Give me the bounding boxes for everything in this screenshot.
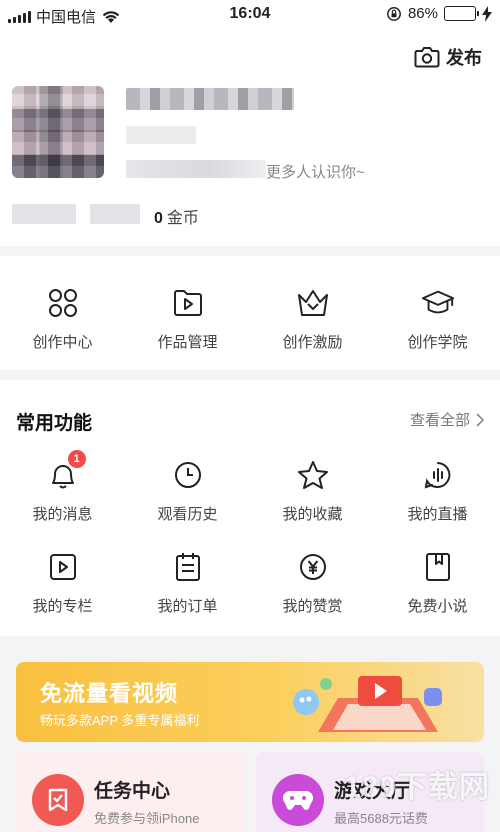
clipboard-icon bbox=[171, 550, 205, 584]
free-novels[interactable]: 免费小说 bbox=[375, 550, 500, 616]
works-management[interactable]: 作品管理 bbox=[125, 256, 250, 370]
charging-icon bbox=[482, 5, 492, 22]
creator-academy[interactable]: 创作学院 bbox=[375, 256, 500, 370]
folder-play-icon bbox=[171, 286, 205, 320]
common-functions-section: 常用功能 查看全部 1 我的消息 观看历史 我的收藏 我的直播 我的专栏 我的订… bbox=[0, 380, 500, 636]
profile-card: 发布 更多人认识你~ 0 金币 bbox=[0, 30, 500, 246]
watch-history-label: 观看历史 bbox=[157, 506, 218, 523]
coins-value: 0 bbox=[154, 210, 163, 227]
promo-illustration bbox=[293, 676, 442, 732]
status-right: 86% bbox=[386, 5, 492, 22]
my-favorites-label: 我的收藏 bbox=[282, 506, 343, 523]
section-title: 常用功能 bbox=[16, 413, 93, 434]
promo-title: 免流量看视频 bbox=[40, 681, 179, 706]
creation-incentive[interactable]: 创作激励 bbox=[250, 256, 375, 370]
publish-button[interactable]: 发布 bbox=[414, 44, 482, 70]
game-hall-subtitle: 最高5688元话费 bbox=[334, 811, 428, 826]
my-column-label: 我的专栏 bbox=[32, 598, 93, 615]
functions-row-2: 我的专栏 我的订单 我的赞赏 免费小说 bbox=[0, 550, 500, 616]
grid-four-icon bbox=[46, 286, 80, 320]
my-rewards-label: 我的赞赏 bbox=[282, 598, 343, 615]
functions-row-1: 1 我的消息 观看历史 我的收藏 我的直播 bbox=[0, 450, 500, 524]
task-center-subtitle: 免费参与领iPhone bbox=[94, 811, 200, 826]
my-column[interactable]: 我的专栏 bbox=[0, 550, 125, 616]
crown-icon bbox=[296, 286, 330, 320]
my-rewards[interactable]: 我的赞赏 bbox=[250, 550, 375, 616]
my-orders-label: 我的订单 bbox=[157, 598, 218, 615]
book-icon bbox=[421, 550, 455, 584]
view-all-link[interactable]: 查看全部 bbox=[410, 409, 484, 430]
signature-blurred bbox=[126, 160, 266, 178]
my-messages[interactable]: 1 我的消息 bbox=[0, 450, 125, 524]
rotation-lock-icon bbox=[387, 6, 401, 21]
avatar[interactable] bbox=[12, 86, 104, 178]
username-blurred bbox=[126, 88, 294, 110]
publish-label: 发布 bbox=[446, 48, 482, 68]
creator-tools-row: 创作中心 作品管理 创作激励 创作学院 bbox=[0, 256, 500, 370]
gamepad-icon bbox=[272, 774, 324, 826]
chevron-right-icon bbox=[476, 412, 484, 427]
task-center-title: 任务中心 bbox=[94, 781, 171, 802]
camera-icon bbox=[414, 47, 440, 68]
coins-stat[interactable]: 0 金币 bbox=[154, 204, 199, 228]
yen-coin-icon bbox=[296, 550, 330, 584]
view-all-label: 查看全部 bbox=[409, 412, 470, 429]
task-center-card[interactable]: 任务中心 免费参与领iPhone bbox=[16, 752, 244, 832]
site-watermark: 189下载网 bbox=[343, 771, 490, 804]
star-icon bbox=[296, 458, 330, 492]
status-bar: 中国电信 16:04 86% bbox=[0, 0, 500, 30]
stat-blurred-1 bbox=[12, 204, 76, 224]
creator-center-label: 创作中心 bbox=[32, 334, 93, 351]
live-icon bbox=[421, 458, 455, 492]
task-center-icon bbox=[32, 774, 84, 826]
my-orders[interactable]: 我的订单 bbox=[125, 550, 250, 616]
column-play-icon bbox=[46, 550, 80, 584]
coins-unit: 金币 bbox=[166, 210, 199, 227]
battery-icon bbox=[444, 6, 479, 21]
clock-icon bbox=[171, 458, 205, 492]
message-badge: 1 bbox=[67, 450, 86, 468]
battery-percent: 86% bbox=[407, 5, 438, 22]
bell-icon: 1 bbox=[46, 450, 86, 492]
watch-history[interactable]: 观看历史 bbox=[125, 458, 250, 524]
promo-subtitle: 畅玩多款APP 多重专属福利 bbox=[40, 713, 200, 728]
graduation-cap-icon bbox=[421, 286, 455, 320]
creator-center[interactable]: 创作中心 bbox=[0, 256, 125, 370]
works-management-label: 作品管理 bbox=[157, 334, 218, 351]
free-novels-label: 免费小说 bbox=[407, 598, 468, 615]
creation-incentive-label: 创作激励 bbox=[282, 334, 343, 351]
my-messages-label: 我的消息 bbox=[32, 506, 93, 523]
my-live[interactable]: 我的直播 bbox=[375, 458, 500, 524]
signature-text: 更多人认识你~ bbox=[266, 164, 365, 181]
free-data-video-banner[interactable]: 免流量看视频 畅玩多款APP 多重专属福利 bbox=[16, 662, 484, 742]
creator-academy-label: 创作学院 bbox=[407, 334, 468, 351]
my-favorites[interactable]: 我的收藏 bbox=[250, 458, 375, 524]
user-id-blurred bbox=[126, 126, 196, 144]
stat-blurred-2 bbox=[90, 204, 140, 224]
my-live-label: 我的直播 bbox=[407, 506, 468, 523]
